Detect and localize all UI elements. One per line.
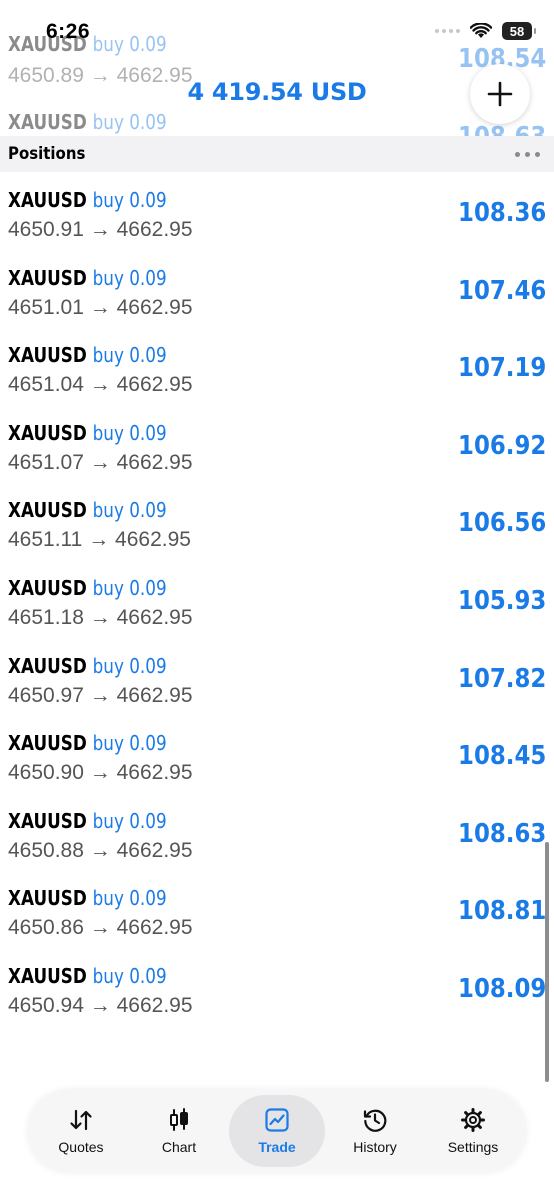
section-title: Positions (8, 144, 86, 164)
position-symbol: XAUUSD buy 0.09 (8, 498, 167, 523)
position-symbol: XAUUSD buy 0.09 (8, 265, 167, 290)
position-profit: 107.46 (457, 275, 546, 306)
scrollbar[interactable] (545, 842, 549, 1082)
position-profit: 108.81 (457, 896, 546, 927)
position-symbol: XAUUSD buy 0.09 (8, 575, 167, 600)
tab-label: History (353, 1139, 397, 1155)
position-profit: 108.45 (457, 741, 546, 772)
position-row[interactable]: XAUUSD buy 0.09 4650.86 → 4662.95 108.81 (0, 870, 554, 948)
tab-quotes[interactable]: Quotes (33, 1095, 129, 1167)
more-options-icon[interactable] (515, 152, 540, 157)
tab-label: Settings (447, 1139, 499, 1155)
position-row[interactable]: XAUUSD buy 0.09 4651.04 → 4662.95 107.19 (0, 327, 554, 405)
position-symbol: XAUUSD buy 0.09 (8, 343, 167, 368)
position-symbol: XAUUSD buy 0.09 (8, 886, 167, 911)
trade-icon (265, 1108, 289, 1132)
position-row[interactable]: XAUUSD buy 0.09 4650.88 → 4662.95 108.63 (0, 793, 554, 871)
cellular-signal-icon (435, 29, 460, 33)
position-row[interactable]: XAUUSD buy 0.09 4651.01 → 4662.95 107.46 (0, 250, 554, 328)
position-row[interactable]: XAUUSD buy 0.09 4650.90 → 4662.95 108.45 (0, 715, 554, 793)
new-order-button[interactable] (470, 64, 530, 124)
position-prices: 4650.91 → 4662.95 (8, 218, 193, 241)
position-symbol: XAUUSD buy 0.09 (8, 808, 167, 833)
position-prices: 4650.90 → 4662.95 (8, 761, 193, 785)
ghost-profit: 108.63 (458, 122, 546, 136)
position-symbol: XAUUSD buy 0.09 (8, 731, 167, 756)
tab-label: Quotes (58, 1139, 104, 1155)
position-prices: 4651.04 → 4662.95 (8, 373, 193, 397)
position-symbol: XAUUSD buy 0.09 (8, 420, 167, 445)
position-profit: 106.56 (457, 508, 546, 539)
gear-icon (461, 1108, 485, 1132)
history-icon (363, 1109, 387, 1132)
status-icons: 58 (435, 22, 536, 40)
status-bar: 6:26 58 (0, 0, 554, 62)
tab-settings[interactable]: Settings (425, 1095, 521, 1167)
position-profit: 105.93 (457, 585, 546, 616)
ghost-symbol: XAUUSD buy 0.09 (8, 110, 167, 134)
position-prices: 4650.97 → 4662.95 (8, 683, 193, 707)
tab-label: Chart (161, 1139, 197, 1155)
position-prices: 4650.86 → 4662.95 (8, 916, 193, 940)
plus-icon (487, 81, 513, 107)
position-symbol: XAUUSD buy 0.09 (8, 653, 167, 678)
chart-icon (170, 1108, 188, 1131)
tab-history[interactable]: History (327, 1095, 423, 1167)
tab-trade[interactable]: Trade (229, 1095, 325, 1167)
position-prices: 4650.88 → 4662.95 (8, 838, 193, 862)
position-profit: 107.19 (457, 353, 546, 384)
status-time: 6:26 (46, 20, 91, 43)
position-profit: 108.36 (457, 198, 546, 228)
tab-label: Trade (258, 1139, 296, 1155)
quotes-icon (70, 1109, 92, 1131)
position-prices: 4651.07 → 4662.95 (8, 450, 193, 474)
position-prices: 4651.01 → 4662.95 (8, 295, 193, 319)
position-row[interactable]: XAUUSD buy 0.09 4650.91 → 4662.95 108.36 (0, 172, 554, 250)
position-row[interactable]: XAUUSD buy 0.09 4650.94 → 4662.95 108.09 (0, 948, 554, 1026)
position-profit: 106.92 (457, 430, 546, 461)
position-profit: 108.63 (457, 818, 546, 849)
position-row[interactable]: XAUUSD buy 0.09 4651.18 → 4662.95 105.93 (0, 560, 554, 638)
bottom-tab-bar: Quotes Chart Trade History Settings (28, 1090, 526, 1172)
tab-chart[interactable]: Chart (131, 1095, 227, 1167)
position-prices: 4650.94 → 4662.95 (8, 993, 193, 1017)
position-symbol: XAUUSD buy 0.09 (8, 963, 167, 988)
position-prices: 4651.18 → 4662.95 (8, 605, 193, 629)
battery-icon: 58 (502, 22, 536, 40)
positions-list: XAUUSD buy 0.09 4650.91 → 4662.95 108.36… (0, 172, 554, 1026)
position-row[interactable]: XAUUSD buy 0.09 4651.07 → 4662.95 106.92 (0, 405, 554, 483)
wifi-icon (470, 23, 492, 38)
position-row[interactable]: XAUUSD buy 0.09 4651.11 → 4662.95 106.56 (0, 482, 554, 560)
positions-section-header: Positions (0, 136, 554, 172)
position-prices: 4651.11 → 4662.95 (8, 528, 191, 552)
position-profit: 108.09 (457, 973, 546, 1004)
position-row[interactable]: XAUUSD buy 0.09 4650.97 → 4662.95 107.82 (0, 638, 554, 716)
position-profit: 107.82 (457, 663, 546, 694)
position-symbol: XAUUSD buy 0.09 (8, 188, 167, 212)
